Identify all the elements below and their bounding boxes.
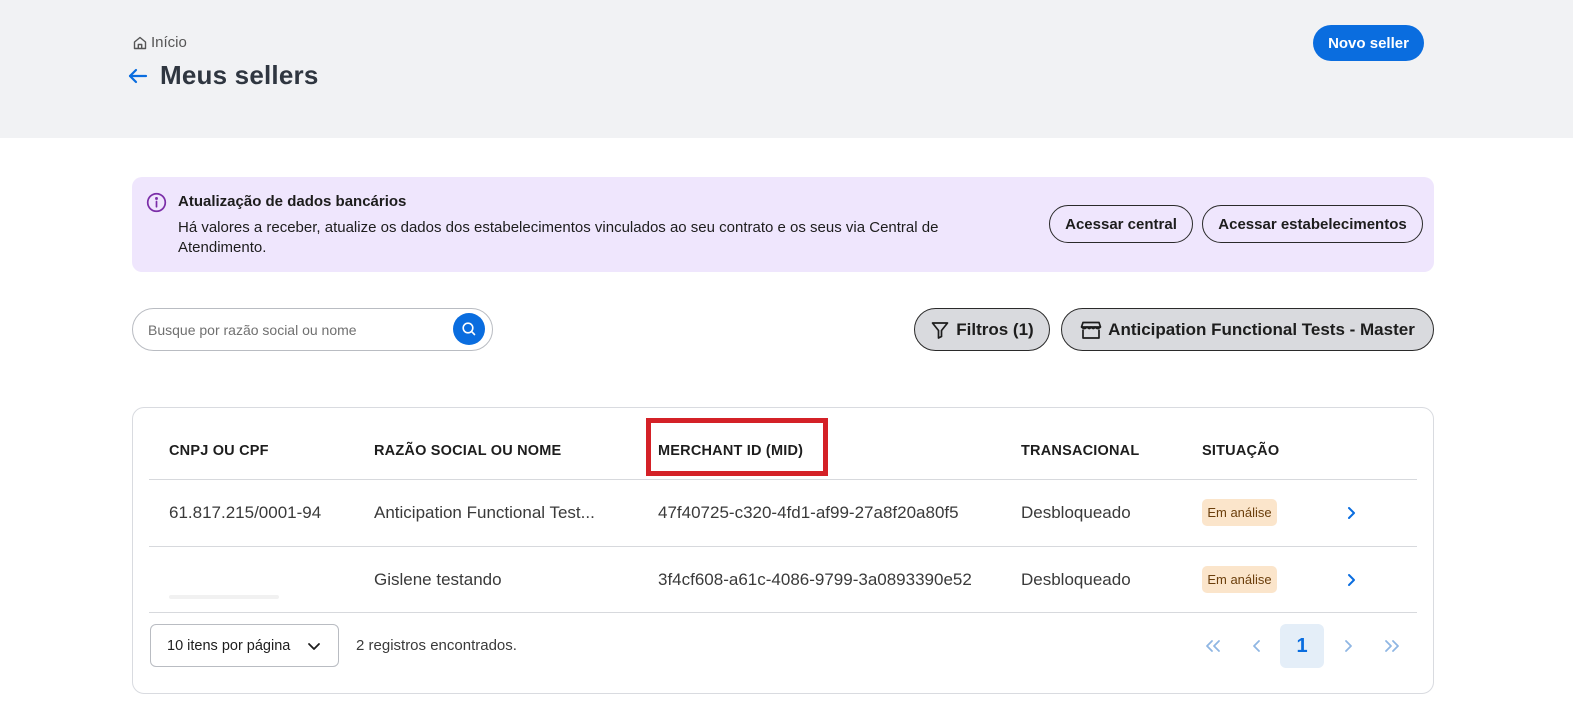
filters-button[interactable]: Filtros (1) <box>914 308 1050 351</box>
double-chevron-right-icon <box>1385 640 1399 652</box>
sellers-table: CNPJ OU CPF RAZÃO SOCIAL OU NOME MERCHAN… <box>132 407 1434 694</box>
chevron-left-icon <box>1253 640 1260 652</box>
chevron-right-icon[interactable] <box>1344 505 1358 521</box>
next-page-button[interactable] <box>1326 624 1370 668</box>
access-central-button[interactable]: Acessar central <box>1049 205 1193 243</box>
store-label: Anticipation Functional Tests - Master <box>1108 319 1415 339</box>
breadcrumb-label[interactable]: Início <box>151 34 187 51</box>
info-icon <box>146 192 167 213</box>
new-seller-button[interactable]: Novo seller <box>1313 25 1424 61</box>
filter-icon <box>931 321 949 339</box>
home-icon <box>133 36 147 49</box>
status-badge: Em análise <box>1202 566 1277 593</box>
store-icon <box>1080 321 1102 339</box>
cell-transacional: Desbloqueado <box>1021 503 1131 522</box>
cell-mid: 3f4cf608-a61c-4086-9799-3a0893390e52 <box>658 570 972 589</box>
search-box <box>132 308 493 351</box>
info-banner: Atualização de dados bancários Há valore… <box>132 177 1434 272</box>
search-button[interactable] <box>453 313 485 345</box>
column-header-transacional: TRANSACIONAL <box>1021 443 1140 459</box>
page-title: Meus sellers <box>160 60 319 90</box>
cell-name: Gislene testando <box>374 570 502 589</box>
row-divider <box>149 546 1417 547</box>
per-page-label: 10 itens por página <box>167 637 291 654</box>
search-icon <box>462 322 476 336</box>
banner-title: Atualização de dados bancários <box>178 193 407 210</box>
cell-cnpj: 61.817.215/0001-94 <box>169 503 322 522</box>
store-selector[interactable]: Anticipation Functional Tests - Master <box>1061 308 1434 351</box>
cell-name: Anticipation Functional Test... <box>374 503 595 522</box>
cnpj-placeholder <box>169 595 279 599</box>
records-count: 2 registros encontrados. <box>356 637 517 654</box>
chevron-right-icon[interactable] <box>1344 572 1358 588</box>
search-input[interactable] <box>148 320 448 340</box>
back-arrow-icon[interactable] <box>126 64 150 88</box>
column-header-status: SITUAÇÃO <box>1202 443 1280 459</box>
filters-label: Filtros (1) <box>956 319 1034 339</box>
chevron-right-icon <box>1345 640 1352 652</box>
first-page-button[interactable] <box>1191 624 1235 668</box>
status-badge: Em análise <box>1202 499 1277 526</box>
per-page-select[interactable]: 10 itens por página <box>150 624 339 667</box>
breadcrumb[interactable]: Início <box>132 34 187 51</box>
row-divider <box>149 479 1417 480</box>
column-header-mid: MERCHANT ID (MID) <box>658 443 804 459</box>
row-divider <box>149 612 1417 613</box>
previous-page-button[interactable] <box>1235 624 1279 668</box>
column-header-cnpj: CNPJ OU CPF <box>169 443 269 459</box>
column-header-name: RAZÃO SOCIAL OU NOME <box>374 443 562 459</box>
access-establishments-button[interactable]: Acessar estabelecimentos <box>1202 205 1423 243</box>
cell-transacional: Desbloqueado <box>1021 570 1131 589</box>
banner-text: Há valores a receber, atualize os dados … <box>178 219 939 256</box>
cell-mid: 47f40725-c320-4fd1-af99-27a8f20a80f5 <box>658 503 959 522</box>
chevron-down-icon <box>308 643 320 650</box>
double-chevron-left-icon <box>1206 640 1220 652</box>
last-page-button[interactable] <box>1370 624 1414 668</box>
page-1-button[interactable]: 1 <box>1280 624 1324 668</box>
